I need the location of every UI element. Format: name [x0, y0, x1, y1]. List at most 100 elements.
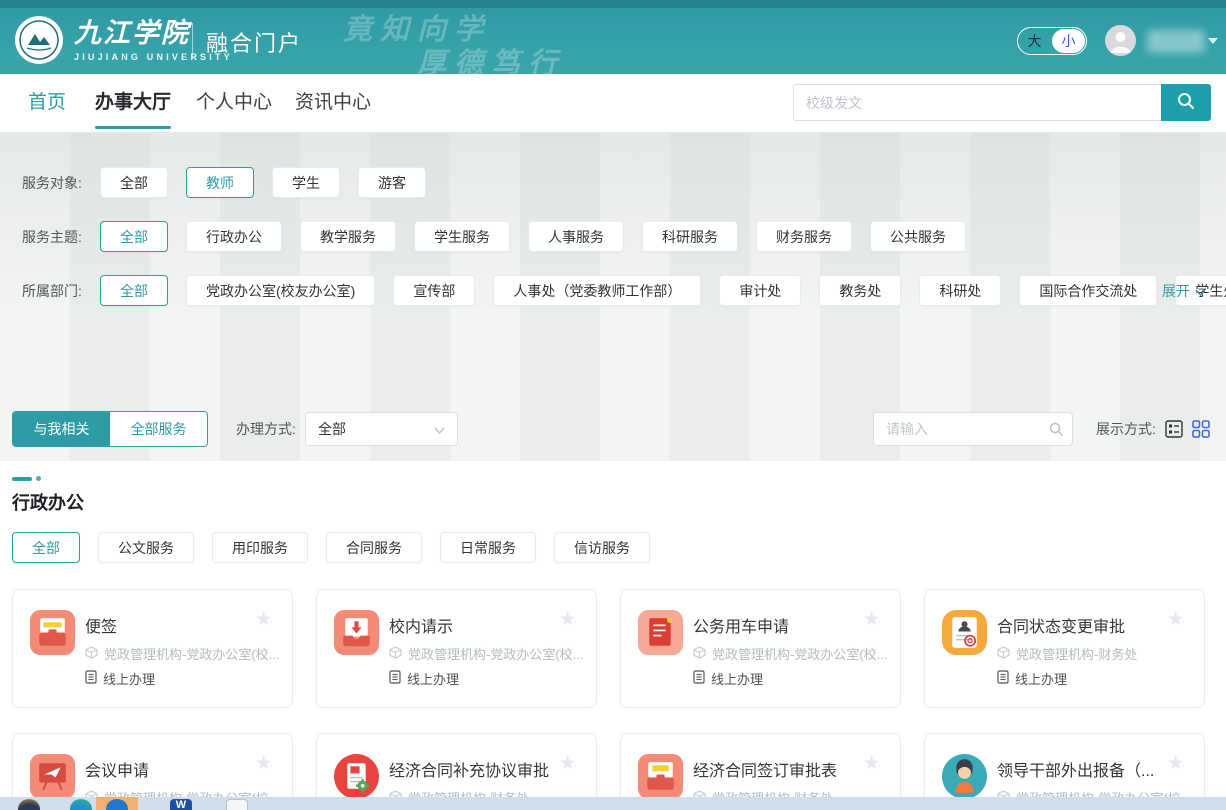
expand-departments-link[interactable]: 展开	[1162, 275, 1206, 306]
dept-chip-academic[interactable]: 教务处	[819, 275, 901, 306]
global-search-input[interactable]	[793, 84, 1161, 121]
card-title: 领导干部外出报备（...	[997, 757, 1154, 781]
username-redacted[interactable]	[1147, 30, 1205, 53]
service-search-input[interactable]	[873, 412, 1073, 446]
service-card-memo[interactable]: 便签 ★ 党政管理机构-党政办公室(校... 线上办理	[12, 589, 293, 708]
service-card-campus-request[interactable]: 校内请示 ★ 党政管理机构-党政办公室(校... 线上办理	[316, 589, 597, 708]
taskbar-browser-icon[interactable]	[70, 799, 92, 810]
filter-chip-all[interactable]: 全部	[100, 167, 168, 198]
filter-label: 服务主题:	[22, 227, 100, 247]
theme-chip-hr[interactable]: 人事服务	[528, 221, 624, 252]
id-card-stamp-icon	[942, 610, 987, 655]
taskbar-word-icon[interactable]	[170, 799, 192, 810]
card-method-text: 线上办理	[1015, 669, 1067, 688]
card-method: 线上办理	[389, 669, 459, 688]
category-chip-document[interactable]: 公文服务	[98, 532, 194, 563]
filter-row-service-theme: 服务主题: 全部 行政办公 教学服务 学生服务 人事服务 科研服务 财务服务 公…	[22, 221, 984, 252]
card-org: 党政管理机构-党政办公室(校...	[85, 644, 280, 663]
favorite-star-icon[interactable]: ★	[1167, 608, 1184, 631]
dept-chip-all[interactable]: 全部	[100, 275, 168, 306]
theme-chip-admin[interactable]: 行政办公	[186, 221, 282, 252]
online-doc-icon	[389, 670, 401, 687]
nav-tab-home[interactable]: 首页	[28, 74, 66, 132]
dept-chip-publicity[interactable]: 宣传部	[393, 275, 475, 306]
method-select[interactable]: 全部	[305, 412, 458, 446]
favorite-star-icon[interactable]: ★	[863, 608, 880, 631]
nav-tab-service-hall[interactable]: 办事大厅	[95, 74, 171, 132]
service-scope-tabs: 与我相关 全部服务	[12, 411, 208, 447]
global-search-button[interactable]	[1161, 84, 1211, 121]
card-org-text: 党政管理机构-党政办公室(校...	[104, 644, 280, 663]
font-size-large-option[interactable]: 大	[1018, 28, 1051, 54]
dept-chip-party-office[interactable]: 党政办公室(校友办公室)	[186, 275, 375, 306]
card-method: 线上办理	[85, 669, 155, 688]
section-category-chips: 全部 公文服务 用印服务 合同服务 日常服务 信访服务	[12, 532, 668, 563]
memo-icon	[30, 610, 75, 655]
theme-chip-all[interactable]: 全部	[100, 221, 168, 252]
list-view-icon[interactable]	[1165, 420, 1183, 438]
filter-chip-teacher[interactable]: 教师	[186, 167, 254, 198]
tab-all-services[interactable]: 全部服务	[110, 412, 207, 446]
card-method: 线上办理	[997, 669, 1067, 688]
card-title: 经济合同补充协议审批	[389, 757, 549, 781]
dept-chip-audit[interactable]: 审计处	[719, 275, 801, 306]
filter-row-service-target: 服务对象: 全部 教师 学生 游客	[22, 167, 444, 198]
category-chip-seal[interactable]: 用印服务	[212, 532, 308, 563]
briefcase-icon	[638, 754, 683, 799]
favorite-star-icon[interactable]: ★	[863, 752, 880, 775]
header: 九江学院 JIUJIANG UNIVERSITY 融合门户 竟知向学 厚德笃行 …	[0, 0, 1226, 74]
section-title: 行政办公	[12, 489, 84, 515]
nav-tab-personal-center[interactable]: 个人中心	[196, 74, 272, 132]
card-title: 经济合同签订审批表	[693, 757, 837, 781]
theme-chip-student[interactable]: 学生服务	[414, 221, 510, 252]
theme-chip-research[interactable]: 科研服务	[642, 221, 738, 252]
taskbar-notepad-icon[interactable]	[226, 799, 248, 810]
font-size-toggle[interactable]: 大 小	[1017, 27, 1087, 55]
service-card-contract-status[interactable]: 合同状态变更审批 ★ 党政管理机构-财务处 线上办理	[924, 589, 1205, 708]
card-method-text: 线上办理	[711, 669, 763, 688]
user-avatar[interactable]	[1105, 25, 1136, 56]
header-divider	[192, 23, 193, 59]
app-root: 九江学院 JIUJIANG UNIVERSITY 融合门户 竟知向学 厚德笃行 …	[0, 0, 1226, 810]
taskbar	[0, 797, 1226, 810]
favorite-star-icon[interactable]: ★	[559, 752, 576, 775]
category-chip-all[interactable]: 全部	[12, 532, 80, 563]
dept-chip-research[interactable]: 科研处	[919, 275, 1001, 306]
dept-chip-hr-office[interactable]: 人事处（党委教师工作部）	[493, 275, 701, 306]
theme-chip-teaching[interactable]: 教学服务	[300, 221, 396, 252]
favorite-star-icon[interactable]: ★	[255, 608, 272, 631]
cards-row-1: 便签 ★ 党政管理机构-党政办公室(校... 线上办理	[12, 589, 1205, 708]
filter-chip-student[interactable]: 学生	[272, 167, 340, 198]
favorite-star-icon[interactable]: ★	[255, 752, 272, 775]
category-chip-contract[interactable]: 合同服务	[326, 532, 422, 563]
filter-chip-visitor[interactable]: 游客	[358, 167, 426, 198]
user-menu-caret-icon[interactable]	[1208, 38, 1218, 44]
category-chip-daily[interactable]: 日常服务	[440, 532, 536, 563]
service-card-official-car[interactable]: 公务用车申请 ★ 党政管理机构-党政办公室(校... 线上办理	[620, 589, 901, 708]
card-org-text: 党政管理机构-财务处	[1016, 644, 1137, 663]
grid-view-icon[interactable]	[1192, 420, 1210, 438]
contract-gear-icon	[334, 754, 379, 799]
inbox-arrow-icon	[334, 610, 379, 655]
content: 服务对象: 全部 教师 学生 游客 服务主题: 全部 行政办公 教学服务 学生服…	[0, 133, 1226, 810]
online-doc-icon	[997, 670, 1009, 687]
card-method: 线上办理	[693, 669, 763, 688]
online-doc-icon	[693, 670, 705, 687]
taskbar-app-icon[interactable]	[18, 799, 40, 810]
font-size-small-option[interactable]: 小	[1052, 29, 1085, 53]
category-chip-petition[interactable]: 信访服务	[554, 532, 650, 563]
university-logo-icon[interactable]	[14, 15, 64, 65]
favorite-star-icon[interactable]: ★	[559, 608, 576, 631]
org-cube-icon	[85, 646, 98, 662]
filter-label: 服务对象:	[22, 173, 100, 193]
card-org: 党政管理机构-财务处	[997, 644, 1137, 663]
favorite-star-icon[interactable]: ★	[1167, 752, 1184, 775]
tab-related-to-me[interactable]: 与我相关	[13, 412, 110, 446]
main-nav: 首页 办事大厅 个人中心 资讯中心	[0, 74, 1226, 133]
card-method-text: 线上办理	[103, 669, 155, 688]
theme-chip-finance[interactable]: 财务服务	[756, 221, 852, 252]
dept-chip-international[interactable]: 国际合作交流处	[1019, 275, 1157, 306]
theme-chip-public[interactable]: 公共服务	[870, 221, 966, 252]
nav-tab-news-center[interactable]: 资讯中心	[295, 74, 371, 132]
method-select-value: 全部	[318, 419, 346, 439]
